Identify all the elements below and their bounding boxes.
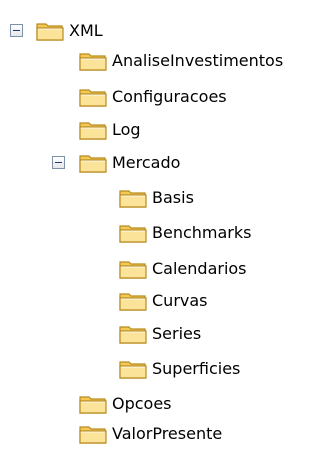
tree-node-label: Calendarios [152, 259, 247, 278]
folder-icon [78, 392, 108, 416]
tree-node-xml[interactable]: XML [10, 18, 104, 44]
tree-node-superficies[interactable]: Superficies [118, 356, 241, 382]
folder-icon [118, 357, 148, 381]
tree-node-analiseinvestimentos[interactable]: AnaliseInvestimentos [78, 48, 284, 74]
tree-node-label: Superficies [152, 359, 241, 378]
tree-node-label: Log [112, 120, 141, 139]
folder-icon [78, 85, 108, 109]
tree-node-label: Series [152, 324, 202, 343]
tree-node-opcoes[interactable]: Opcoes [78, 391, 173, 417]
folder-icon [35, 19, 65, 43]
tree-node-label: Curvas [152, 291, 208, 310]
collapse-minus-icon[interactable] [10, 24, 23, 37]
tree-node-log[interactable]: Log [78, 117, 142, 143]
tree-node-label: Opcoes [112, 394, 172, 413]
tree-node-series[interactable]: Series [118, 321, 202, 347]
folder-tree: XML AnaliseInvestimentos Configuracoes L… [0, 0, 326, 452]
tree-node-label: Benchmarks [152, 223, 252, 242]
tree-node-basis[interactable]: Basis [118, 185, 195, 211]
folder-icon [118, 289, 148, 313]
tree-node-valorpresente[interactable]: ValorPresente [78, 421, 223, 447]
tree-node-label: ValorPresente [112, 424, 223, 443]
tree-node-label: Basis [152, 188, 194, 207]
tree-node-benchmarks[interactable]: Benchmarks [118, 220, 252, 246]
folder-icon [78, 151, 108, 175]
tree-node-curvas[interactable]: Curvas [118, 288, 209, 314]
folder-icon [118, 322, 148, 346]
tree-node-configuracoes[interactable]: Configuracoes [78, 84, 228, 110]
tree-node-label: Mercado [112, 153, 181, 172]
folder-icon [118, 186, 148, 210]
tree-node-label: Configuracoes [112, 87, 227, 106]
folder-icon [118, 221, 148, 245]
tree-node-label: XML [69, 21, 103, 40]
collapse-minus-icon[interactable] [52, 156, 65, 169]
folder-icon [78, 422, 108, 446]
tree-node-label: AnaliseInvestimentos [112, 51, 284, 70]
tree-node-mercado[interactable]: Mercado [52, 150, 181, 176]
folder-icon [78, 49, 108, 73]
folder-icon [78, 118, 108, 142]
tree-node-calendarios[interactable]: Calendarios [118, 256, 248, 282]
folder-icon [118, 257, 148, 281]
